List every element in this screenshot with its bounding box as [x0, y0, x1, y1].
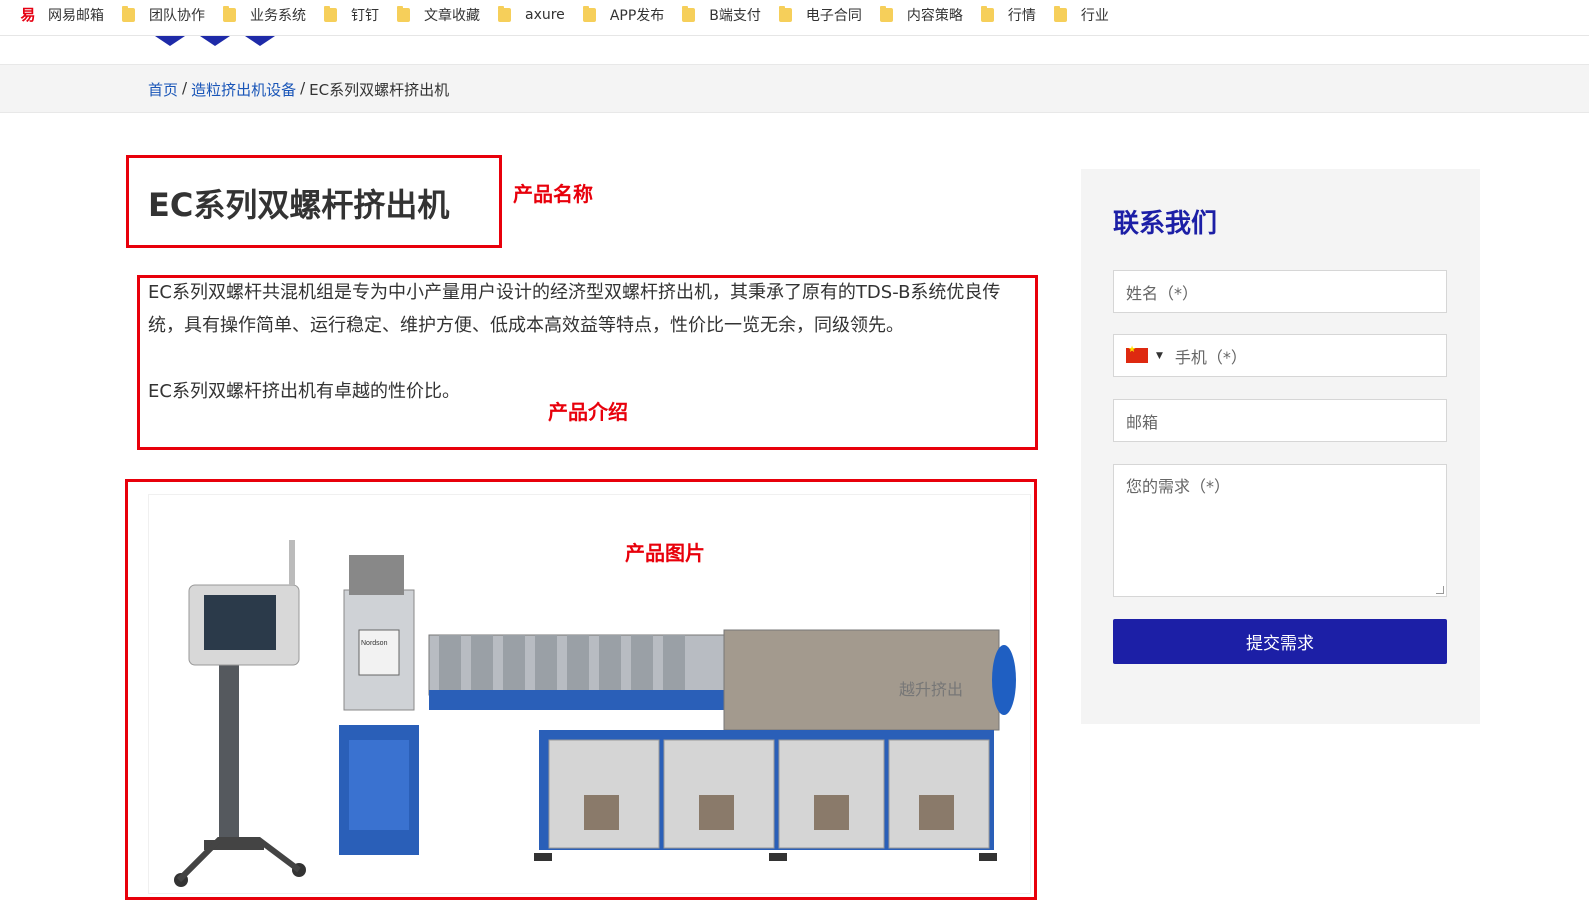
phone-input[interactable]: ▼ 手机（*） [1113, 334, 1447, 377]
breadcrumb-separator: / [182, 79, 188, 97]
bookmark-netease-mail[interactable]: 易 网易邮箱 [20, 0, 115, 30]
bookmark-market[interactable]: 行情 [980, 0, 1047, 30]
folder-icon [778, 6, 792, 22]
bookmark-content-strategy[interactable]: 内容策略 [879, 0, 974, 30]
resize-handle-icon[interactable] [1436, 586, 1444, 594]
folder-icon [582, 6, 596, 22]
breadcrumb-separator: / [300, 79, 306, 97]
extruder-badge: Nordson [361, 640, 388, 647]
submit-button[interactable]: 提交需求 [1113, 619, 1447, 664]
bookmark-team[interactable]: 团队协作 [122, 0, 216, 30]
bookmark-app-release[interactable]: APP发布 [582, 0, 675, 30]
folder-icon [498, 6, 511, 22]
bookmarks-bar: 易 网易邮箱 团队协作 业务系统 钉钉 文章收藏 axure APP发布 B端支… [0, 0, 1589, 30]
product-description: EC系列双螺杆共混机组是专为中小产量用户设计的经济型双螺杆挤出机，其秉承了原有的… [148, 276, 1033, 408]
contact-form-panel: 联系我们 姓名（*） ▼ 手机（*） 邮箱 您的需求（*） 提交需求 [1081, 169, 1480, 724]
product-title: EC系列双螺杆挤出机 [148, 186, 450, 224]
folder-icon [223, 6, 236, 22]
email-placeholder: 邮箱 [1126, 412, 1159, 432]
bookmark-e-contract[interactable]: 电子合同 [778, 0, 873, 30]
folder-icon [397, 6, 410, 22]
china-flag-icon[interactable] [1126, 345, 1148, 363]
name-input[interactable]: 姓名（*） [1113, 270, 1447, 313]
needs-placeholder: 您的需求（*） [1126, 477, 1231, 496]
annotation-label-intro: 产品介绍 [548, 400, 628, 424]
folder-icon [682, 6, 696, 22]
extruder-machine-image: Nordson 越升挤出 [174, 540, 1016, 887]
bookmark-industry[interactable]: 行业 [1053, 0, 1120, 30]
folder-icon [980, 6, 994, 22]
breadcrumb-band: 首页 / 造粒挤出机设备 / EC系列双螺杆挤出机 [0, 64, 1589, 113]
site-logo-part [200, 36, 230, 46]
bookmark-b-pay[interactable]: B端支付 [682, 0, 772, 30]
image-watermark: 越升挤出 [899, 680, 963, 699]
bookmark-business[interactable]: 业务系统 [223, 0, 317, 30]
caret-down-icon[interactable]: ▼ [1156, 351, 1163, 361]
contact-title: 联系我们 [1113, 209, 1218, 239]
folder-icon [879, 6, 893, 22]
site-logo-part [245, 36, 275, 46]
phone-placeholder: 手机（*） [1174, 347, 1247, 367]
breadcrumb-home-link[interactable]: 首页 [148, 79, 178, 100]
annotation-label-image: 产品图片 [625, 541, 705, 565]
breadcrumb-category-link[interactable]: 造粒挤出机设备 [191, 79, 296, 100]
folder-icon [122, 6, 135, 22]
bookmark-dingtalk[interactable]: 钉钉 [324, 0, 390, 30]
bookmark-axure[interactable]: axure [498, 0, 576, 30]
needs-textarea[interactable]: 您的需求（*） [1113, 464, 1447, 597]
breadcrumb: 首页 / 造粒挤出机设备 / EC系列双螺杆挤出机 [148, 79, 449, 100]
email-input[interactable]: 邮箱 [1113, 399, 1447, 442]
folder-icon [324, 6, 337, 22]
description-paragraph: EC系列双螺杆共混机组是专为中小产量用户设计的经济型双螺杆挤出机，其秉承了原有的… [148, 282, 1001, 336]
breadcrumb-current: EC系列双螺杆挤出机 [309, 81, 450, 99]
name-placeholder: 姓名（*） [1126, 283, 1199, 303]
bookmark-articles[interactable]: 文章收藏 [397, 0, 491, 30]
annotation-label-name: 产品名称 [513, 182, 593, 206]
netease-mail-icon: 易 [20, 6, 36, 24]
folder-icon [1053, 6, 1067, 22]
product-image: Nordson 越升挤出 [148, 494, 1031, 894]
bookmarks-divider [0, 35, 1589, 36]
site-logo[interactable] [155, 36, 185, 46]
